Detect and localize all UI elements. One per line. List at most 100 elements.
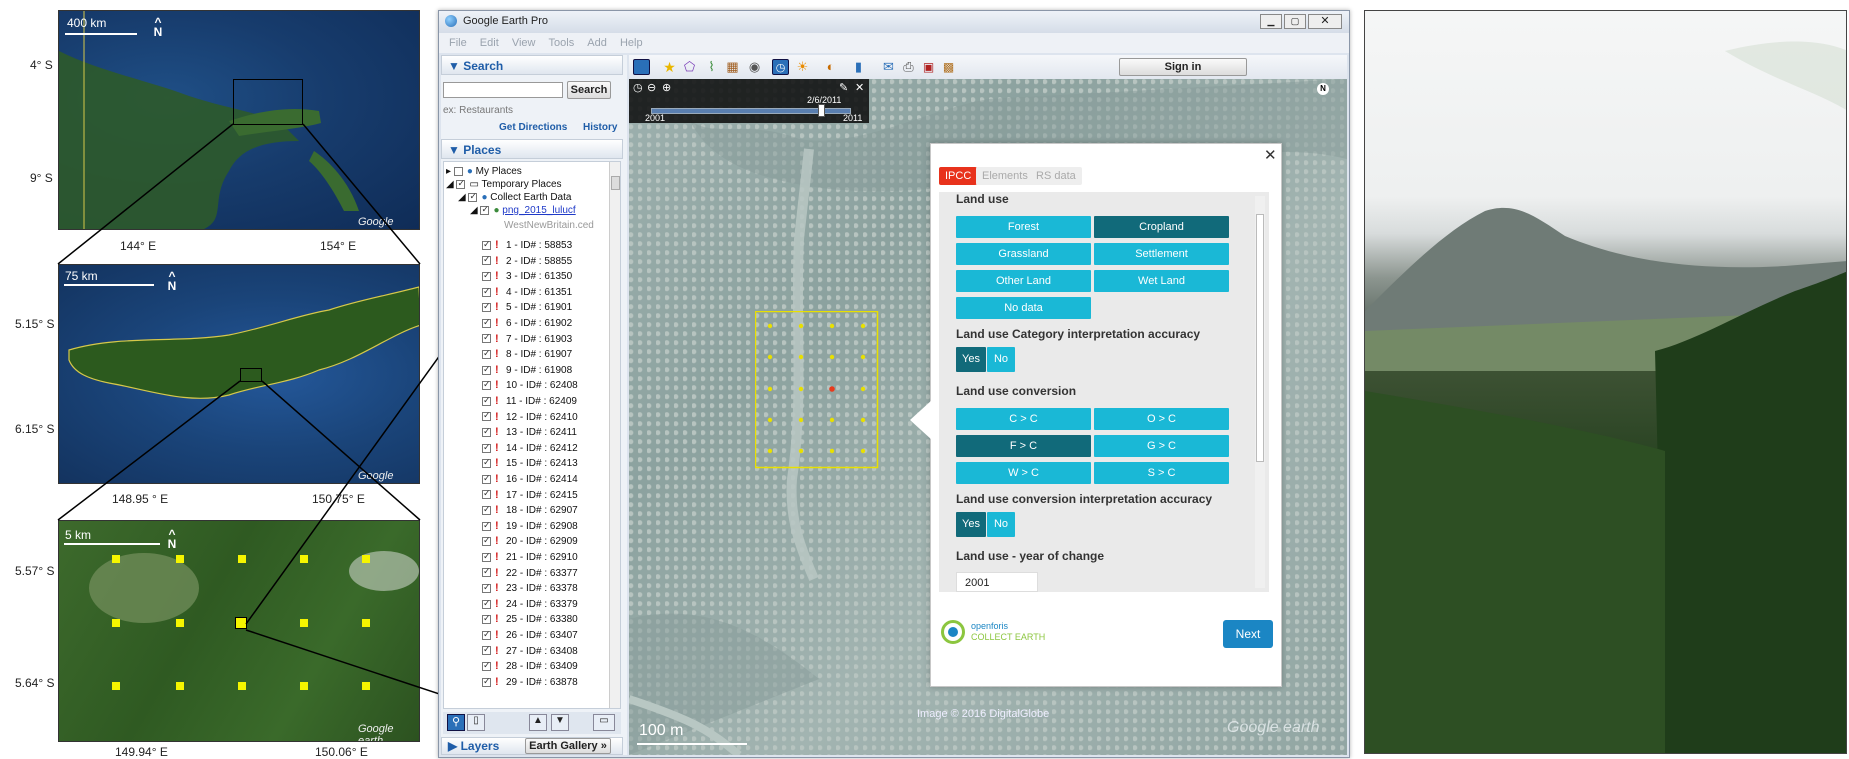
- land-use-option-button[interactable]: Other Land: [956, 270, 1091, 292]
- placemark-item[interactable]: !1 - ID# : 58853: [482, 239, 572, 251]
- placemark-item[interactable]: !8 - ID# : 61907: [482, 348, 572, 360]
- placemark-item[interactable]: !19 - ID# : 62908: [482, 520, 578, 532]
- placemark-item[interactable]: !18 - ID# : 62907: [482, 504, 578, 516]
- placemark-checkbox[interactable]: [482, 332, 491, 344]
- form-scrollbar[interactable]: [1255, 196, 1265, 588]
- placemark-item[interactable]: !26 - ID# : 63407: [482, 629, 578, 641]
- save-image-icon[interactable]: ▣: [920, 59, 937, 75]
- overlay-icon[interactable]: ▦: [724, 59, 741, 75]
- move-up-icon[interactable]: ▲: [529, 714, 547, 731]
- get-directions-link[interactable]: Get Directions: [499, 122, 567, 133]
- zoom-out-time-icon[interactable]: ⊖: [647, 81, 656, 94]
- menu-edit[interactable]: Edit: [480, 37, 499, 49]
- form-scrollbar-thumb[interactable]: [1256, 214, 1264, 462]
- scrollbar-thumb[interactable]: [611, 176, 620, 190]
- history-link[interactable]: History: [583, 122, 617, 133]
- placemark-item[interactable]: !24 - ID# : 63379: [482, 598, 578, 610]
- historical-imagery-icon[interactable]: ◷: [772, 59, 789, 75]
- accuracy-no-button[interactable]: No: [987, 347, 1015, 372]
- menu-add[interactable]: Add: [587, 37, 607, 49]
- placemark-item[interactable]: !12 - ID# : 62410: [482, 410, 578, 423]
- sunlight-icon[interactable]: ☀: [794, 59, 811, 75]
- tree-my-places[interactable]: ▸ ● My Places: [446, 166, 522, 177]
- placemark-checkbox[interactable]: [482, 348, 491, 360]
- placemark-checkbox[interactable]: [482, 520, 491, 531]
- menu-file[interactable]: File: [449, 37, 467, 49]
- accuracy-yes-button[interactable]: Yes: [956, 347, 986, 372]
- record-tour-icon[interactable]: ◉: [746, 59, 763, 75]
- placemark-item[interactable]: !15 - ID# : 62413: [482, 457, 578, 469]
- placemark-checkbox[interactable]: [482, 442, 491, 453]
- placemark-item[interactable]: !13 - ID# : 62411: [482, 426, 577, 438]
- placemark-checkbox[interactable]: [482, 613, 491, 625]
- placemark-checkbox[interactable]: [482, 270, 491, 282]
- conv-accuracy-yes-button[interactable]: Yes: [956, 512, 986, 537]
- conversion-option-button[interactable]: O > C: [1094, 408, 1229, 430]
- placemark-item[interactable]: !11 - ID# : 62409: [482, 395, 577, 407]
- conversion-option-button[interactable]: S > C: [1094, 462, 1229, 484]
- placemark-checkbox[interactable]: [482, 410, 491, 422]
- close-window-button[interactable]: ✕: [1308, 14, 1342, 29]
- ruler-icon[interactable]: ▮: [850, 59, 867, 75]
- maximize-button[interactable]: ▢: [1284, 14, 1306, 29]
- sidebar-toggle-icon[interactable]: [633, 59, 650, 75]
- search-input[interactable]: [443, 82, 563, 98]
- placemark-checkbox[interactable]: [482, 488, 491, 500]
- sign-in-button[interactable]: Sign in: [1119, 58, 1247, 76]
- search-button[interactable]: Search: [567, 81, 611, 99]
- placemark-item[interactable]: !28 - ID# : 63409: [482, 660, 578, 672]
- placemark-item[interactable]: !10 - ID# : 62408: [482, 379, 578, 391]
- placemark-checkbox[interactable]: [482, 676, 491, 687]
- land-use-option-button[interactable]: Forest: [956, 216, 1091, 238]
- placemark-checkbox[interactable]: [482, 286, 491, 297]
- placemark-checkbox[interactable]: [482, 598, 491, 609]
- placemark-item[interactable]: !2 - ID# : 58855: [482, 254, 572, 267]
- placemark-item[interactable]: !23 - ID# : 63378: [482, 582, 578, 594]
- panel-toggle-icon[interactable]: ▯: [467, 714, 485, 731]
- conversion-option-button[interactable]: C > C: [956, 408, 1091, 430]
- close-form-icon[interactable]: ✕: [1264, 146, 1277, 164]
- move-down-icon[interactable]: ▼: [551, 714, 569, 731]
- placemark-checkbox[interactable]: [482, 364, 491, 375]
- time-slider-thumb[interactable]: [818, 104, 825, 117]
- placemark-item[interactable]: !6 - ID# : 61902: [482, 317, 572, 329]
- placemark-checkbox[interactable]: [482, 254, 491, 266]
- tree-collect-earth-data[interactable]: ◢ ● Collect Earth Data: [458, 191, 571, 203]
- earth-gallery-button[interactable]: Earth Gallery »: [525, 738, 611, 754]
- path-icon[interactable]: ⌇: [703, 59, 720, 75]
- search-panel-header[interactable]: ▼ Search: [441, 55, 623, 75]
- conv-accuracy-no-button[interactable]: No: [987, 512, 1015, 537]
- menu-view[interactable]: View: [512, 37, 536, 49]
- placemark-item[interactable]: !22 - ID# : 63377: [482, 566, 578, 579]
- places-scrollbar[interactable]: [609, 162, 620, 708]
- placemark-checkbox[interactable]: [482, 317, 491, 328]
- placemark-item[interactable]: !14 - ID# : 62412: [482, 442, 578, 454]
- zoom-in-time-icon[interactable]: ⊕: [662, 81, 671, 94]
- tab-elements[interactable]: Elements: [976, 167, 1034, 185]
- land-use-option-button[interactable]: Wet Land: [1094, 270, 1229, 292]
- placemark-checkbox[interactable]: [482, 426, 491, 438]
- placemark-item[interactable]: !3 - ID# : 61350: [482, 270, 572, 282]
- menu-help[interactable]: Help: [620, 37, 643, 49]
- placemark-item[interactable]: !4 - ID# : 61351: [482, 286, 572, 298]
- conversion-option-button[interactable]: F > C: [956, 435, 1091, 457]
- placemark-checkbox[interactable]: [482, 239, 491, 250]
- folder-icon[interactable]: ▭: [593, 714, 615, 731]
- close-time-slider-icon[interactable]: ✕: [855, 81, 864, 94]
- tree-temporary-places[interactable]: ◢ ▭ Temporary Places: [446, 178, 562, 190]
- conversion-option-button[interactable]: W > C: [956, 462, 1091, 484]
- land-use-option-button[interactable]: Cropland: [1094, 216, 1229, 238]
- placemark-item[interactable]: !9 - ID# : 61908: [482, 364, 572, 376]
- search-toggle-icon[interactable]: ⚲: [447, 714, 465, 731]
- next-button[interactable]: Next: [1223, 620, 1273, 648]
- placemark-checkbox[interactable]: [482, 582, 491, 594]
- wrench-icon[interactable]: ✎: [839, 81, 848, 94]
- placemark-checkbox[interactable]: [482, 457, 491, 469]
- land-use-option-button[interactable]: No data: [956, 297, 1091, 319]
- planets-icon[interactable]: ◐: [822, 59, 839, 75]
- placemark-checkbox[interactable]: [482, 395, 491, 406]
- placemark-checkbox[interactable]: [482, 473, 491, 484]
- placemark-item[interactable]: !25 - ID# : 63380: [482, 613, 578, 625]
- land-use-option-button[interactable]: Settlement: [1094, 243, 1229, 265]
- placemark-checkbox[interactable]: [482, 644, 491, 656]
